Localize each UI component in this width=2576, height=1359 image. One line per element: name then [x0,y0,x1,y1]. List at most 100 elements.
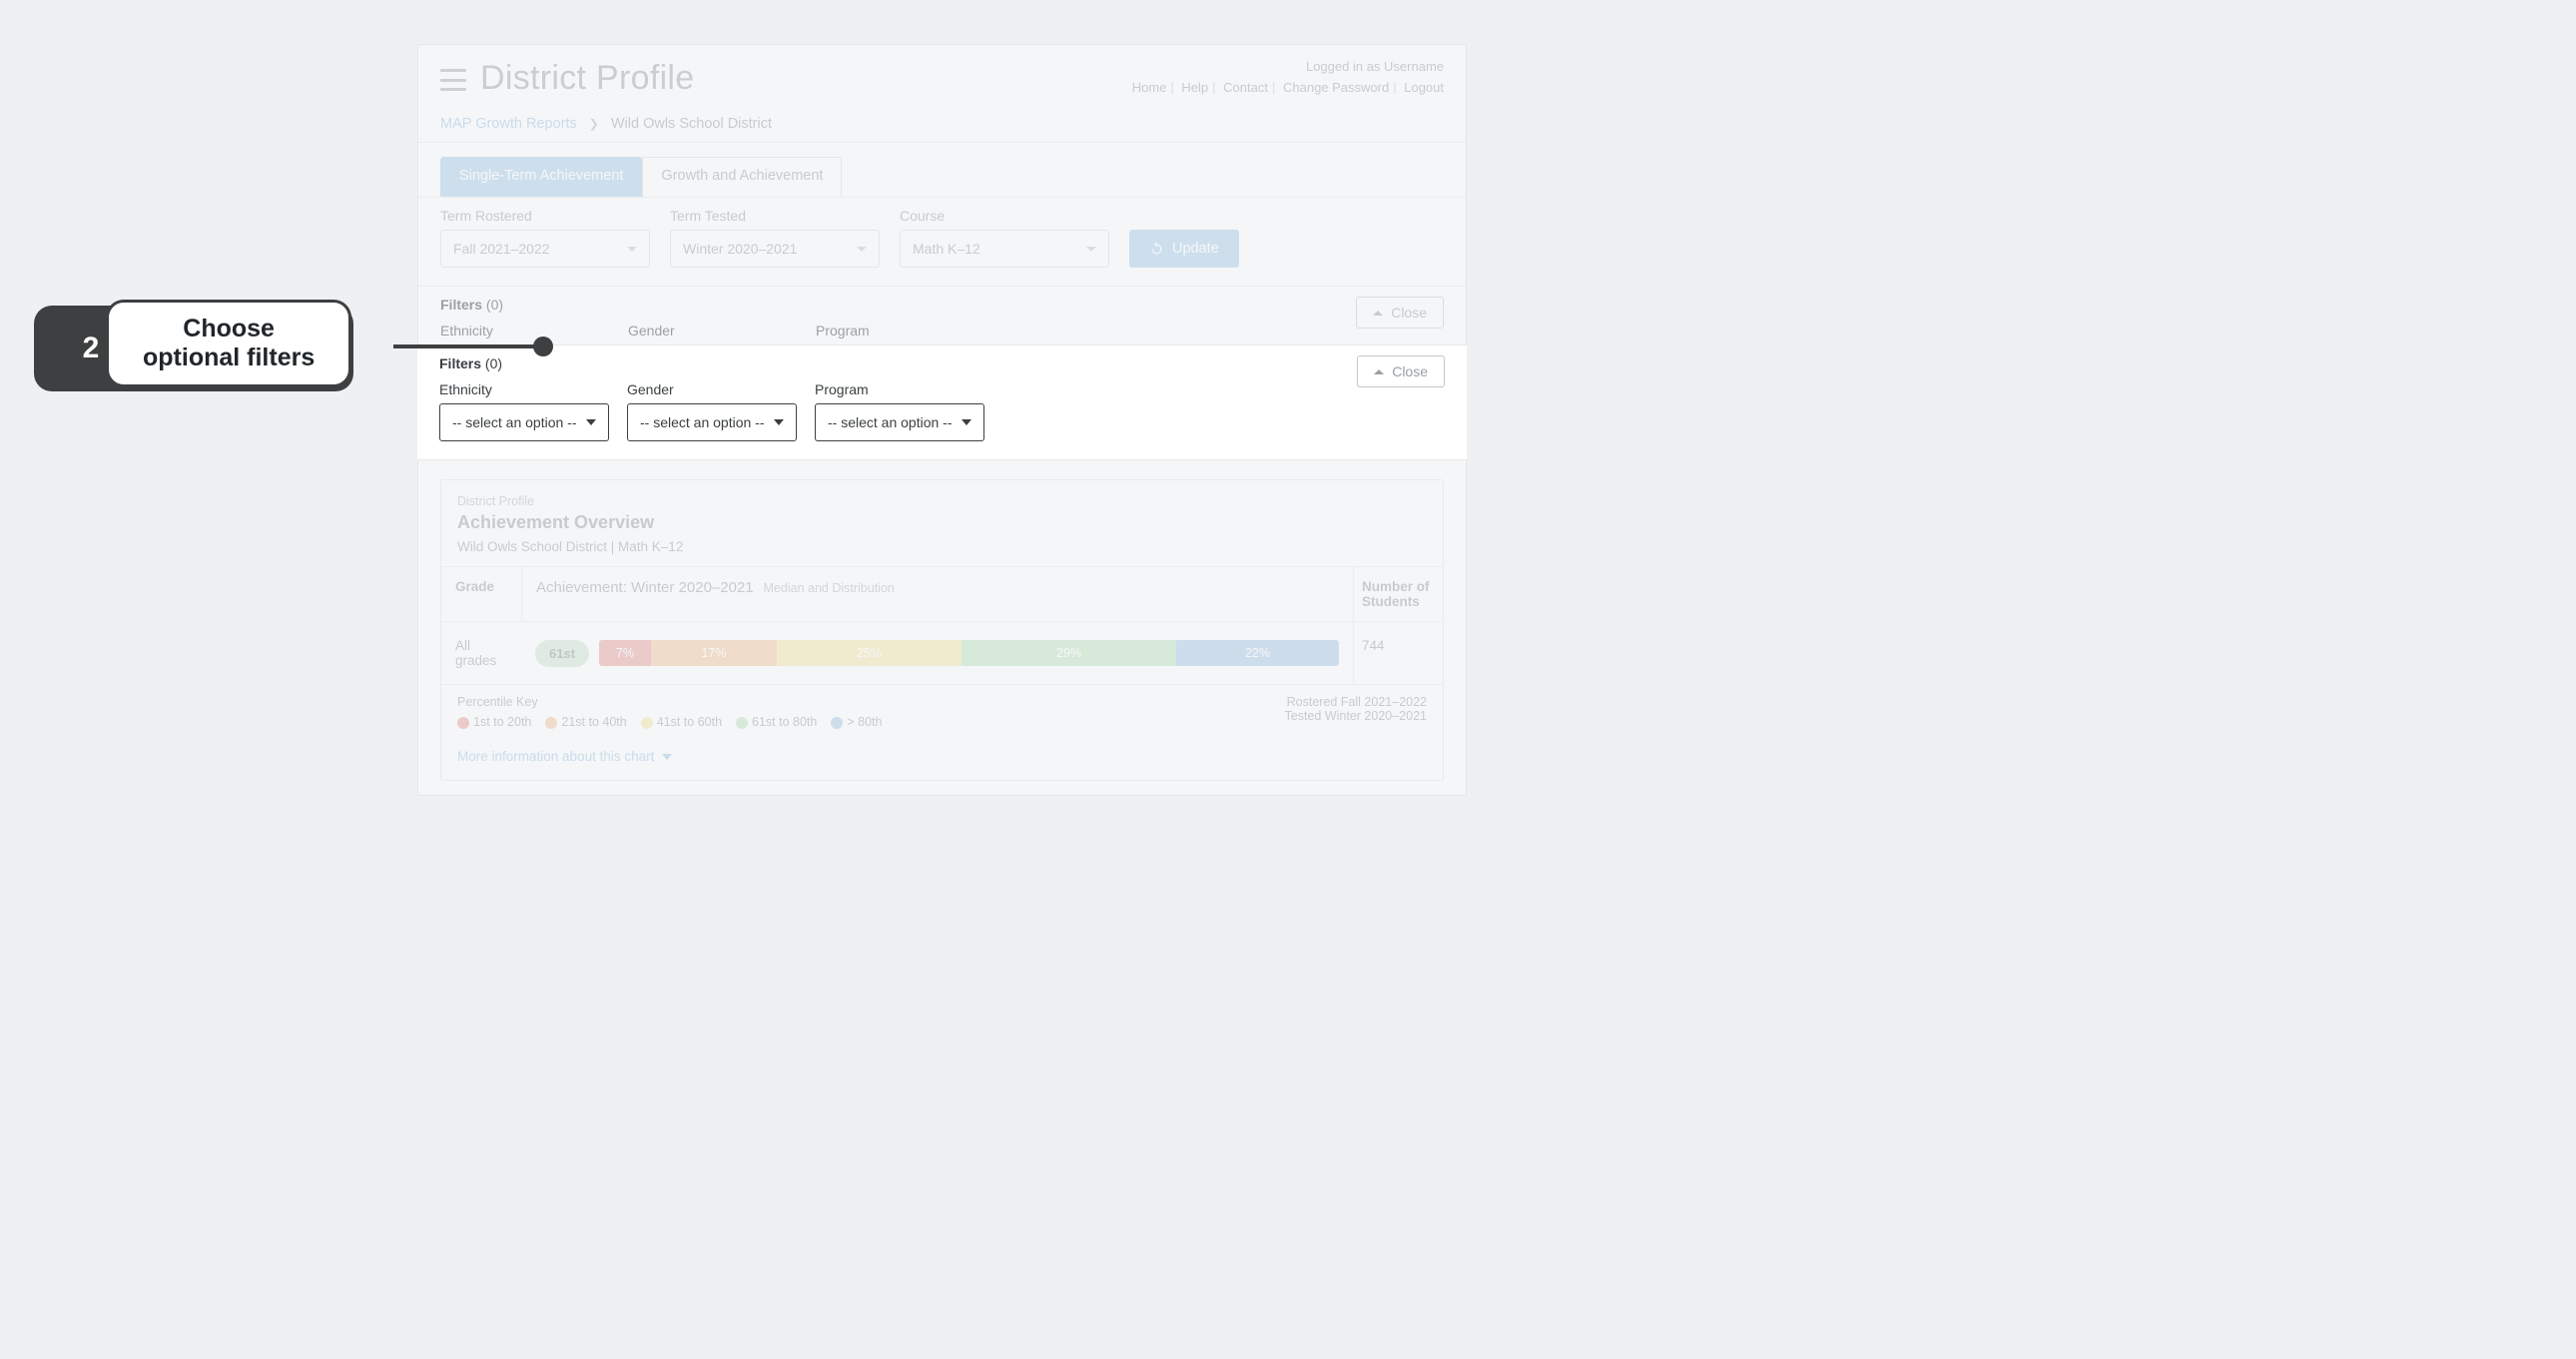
card-subtitle: Wild Owls School District | Math K–12 [457,539,1427,554]
link-contact[interactable]: Contact [1223,80,1268,95]
distribution-segment: 17% [651,640,777,666]
close-filters-label: Close [1391,305,1427,321]
filters-panel: Filters (0) Ethnicity -- select an optio… [418,287,1466,401]
select-ethnicity[interactable]: -- select an option -- [440,344,610,382]
breadcrumb: MAP Growth Reports ❯ Wild Owls School Di… [418,102,1466,143]
select-program[interactable]: -- select an option -- [815,403,984,441]
more-info-label: More information about this chart [457,749,654,764]
select-term-rostered[interactable]: Fall 2021–2022 [440,230,650,268]
annotation-callout: 2 Choose optional filters [34,300,351,387]
label-ethnicity: Ethnicity [440,323,610,339]
select-gender[interactable]: -- select an option -- [627,403,797,441]
chevron-down-icon [857,247,867,252]
distribution-bar: 7%17%25%29%22% [599,640,1339,666]
term-selector-row: Term Rostered Fall 2021–2022 Term Tested… [418,197,1466,287]
select-course[interactable]: Math K–12 [900,230,1109,268]
tabs: Single-Term Achievement Growth and Achie… [418,143,1466,197]
chevron-up-icon [1373,311,1383,316]
legend-swatch [457,717,469,729]
select-ethnicity-value: -- select an option -- [453,355,578,371]
chevron-down-icon [775,360,785,366]
chevron-down-icon [587,360,597,366]
chevron-right-icon: ❯ [589,117,599,131]
filters-count: (0) [486,297,503,313]
row-students: 744 [1353,622,1443,684]
table-row: All grades 61st 7%17%25%29%22% 744 [441,622,1443,685]
distribution-segment: 7% [599,640,651,666]
legend-item: 1st to 20th [457,715,531,729]
distribution-segment: 25% [777,640,962,666]
chevron-down-icon [962,419,971,425]
close-filters-label: Close [1392,363,1428,379]
select-program-value: -- select an option -- [829,355,954,371]
legend-swatch [831,717,843,729]
select-program-value: -- select an option -- [828,414,953,430]
col-grade: Grade [441,567,521,621]
legend-swatch [641,717,653,729]
select-term-rostered-value: Fall 2021–2022 [453,241,550,257]
breadcrumb-root[interactable]: MAP Growth Reports [440,116,577,132]
percentile-key-title: Percentile Key [457,695,882,709]
chevron-down-icon [627,247,637,252]
chevron-up-icon [1374,369,1384,374]
close-filters-button[interactable]: Close [1356,297,1444,329]
distribution-segment: 29% [962,640,1176,666]
legend-swatch [545,717,557,729]
filters-title: Filters [440,297,482,313]
logged-in-text: Logged in as Username [1132,59,1444,74]
header-user-links: Logged in as Username Home| Help| Contac… [1132,59,1444,95]
col-students: Number of Students [1353,567,1443,621]
col-achievement: Achievement: Winter 2020–2021 Median and… [521,567,1353,621]
percentile-key: 1st to 20th 21st to 40th 41st to 60th 61st … [457,715,882,729]
refresh-icon [1149,242,1164,257]
link-home[interactable]: Home [1132,80,1167,95]
label-gender: Gender [628,323,798,339]
annotation-leader-line [393,344,540,348]
chevron-down-icon [662,754,672,760]
annotation-line2: optional filters [143,343,315,372]
select-gender[interactable]: -- select an option -- [628,344,798,382]
tab-growth[interactable]: Growth and Achievement [642,157,842,197]
chevron-down-icon [586,419,596,425]
label-course: Course [900,208,1109,224]
update-button[interactable]: Update [1129,230,1239,268]
select-program[interactable]: -- select an option -- [816,344,985,382]
select-gender-value: -- select an option -- [641,355,766,371]
percentile-pill: 61st [535,640,589,667]
select-ethnicity-value: -- select an option -- [452,414,577,430]
legend-item: 41st to 60th [641,715,722,729]
legend-item: 61st to 80th [736,715,817,729]
col-achievement-title: Achievement: Winter 2020–2021 [536,579,754,596]
annotation-pointer-dot [533,337,553,356]
legend-item: 21st to 40th [545,715,626,729]
label-program: Program [816,323,985,339]
more-info-toggle[interactable]: More information about this chart [441,741,1443,780]
achievement-card: District Profile Achievement Overview Wi… [440,479,1444,781]
card-title: Achievement Overview [457,512,1427,533]
close-filters-button[interactable]: Close [1357,355,1445,387]
breadcrumb-current: Wild Owls School District [611,116,772,132]
tab-single-term[interactable]: Single-Term Achievement [440,157,642,197]
select-ethnicity[interactable]: -- select an option -- [439,403,609,441]
select-term-tested[interactable]: Winter 2020–2021 [670,230,880,268]
label-term-tested: Term Tested [670,208,880,224]
page-title: District Profile [480,59,695,98]
chevron-down-icon [774,419,784,425]
footer-tested: Tested Winter 2020–2021 [1285,709,1427,723]
distribution-segment: 22% [1176,640,1339,666]
legend-item: > 80th [831,715,882,729]
app-header: District Profile Logged in as Username H… [418,45,1466,102]
footer-rostered: Rostered Fall 2021–2022 [1285,695,1427,709]
link-change-password[interactable]: Change Password [1283,80,1389,95]
header-links: Home| Help| Contact| Change Password| Lo… [1132,80,1444,95]
link-help[interactable]: Help [1181,80,1208,95]
hamburger-icon[interactable] [440,69,466,91]
legend-swatch [736,717,748,729]
card-eyebrow: District Profile [457,494,1427,508]
select-course-value: Math K–12 [913,241,980,257]
label-term-rostered: Term Rostered [440,208,650,224]
chevron-down-icon [963,360,972,366]
link-logout[interactable]: Logout [1404,80,1444,95]
annotation-line1: Choose [143,315,315,343]
chevron-down-icon [1086,247,1096,252]
